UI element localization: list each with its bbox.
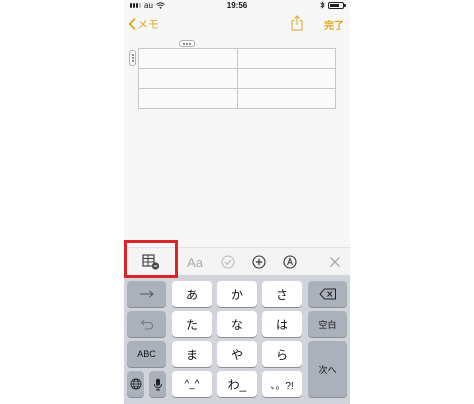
kana-key-sa[interactable]: さ	[262, 281, 302, 307]
table-button[interactable]	[141, 252, 161, 272]
microphone-key[interactable]	[149, 371, 166, 397]
space-key[interactable]: 空白	[308, 311, 347, 337]
note-table[interactable]	[138, 48, 336, 109]
kana-key-a[interactable]: あ	[172, 281, 212, 307]
done-button[interactable]: 完了	[324, 17, 344, 32]
kana-key-ya[interactable]: や	[217, 341, 257, 367]
table-cell[interactable]	[236, 88, 336, 109]
kana-key-ra[interactable]: ら	[262, 341, 302, 367]
punctuation-key[interactable]: 、。?!	[262, 371, 302, 397]
table-cell[interactable]	[138, 48, 238, 69]
close-toolbar-button[interactable]	[327, 252, 343, 272]
back-label: メモ	[137, 19, 159, 31]
next-key[interactable]: 次へ	[308, 341, 347, 397]
table-cell[interactable]	[138, 68, 238, 89]
bluetooth-icon	[320, 1, 325, 9]
abc-mode-key[interactable]: ABC	[127, 341, 166, 367]
table-icon	[142, 254, 160, 270]
kana-key-ta[interactable]: た	[172, 311, 212, 337]
emoticon-key[interactable]: ^_^	[172, 371, 212, 397]
arrow-right-icon	[139, 290, 154, 298]
globe-key[interactable]	[127, 371, 144, 397]
pen-circle-icon	[283, 255, 297, 269]
format-toolbar: Aa	[124, 247, 350, 275]
kana-key-na[interactable]: な	[217, 311, 257, 337]
table-cell[interactable]	[236, 68, 336, 89]
text-style-button[interactable]: Aa	[184, 252, 206, 272]
table-row	[138, 48, 336, 69]
navigation-bar: メモ 完了	[124, 12, 350, 36]
plus-circle-icon	[252, 255, 266, 269]
status-right	[320, 1, 346, 9]
back-button[interactable]: メモ	[128, 16, 159, 32]
markup-button[interactable]	[280, 252, 300, 272]
table-row	[138, 88, 336, 109]
close-icon	[330, 257, 340, 267]
status-bar: au 19:56	[124, 0, 350, 12]
globe-icon	[130, 378, 141, 390]
undo-key[interactable]	[127, 311, 166, 337]
add-button[interactable]	[249, 252, 269, 272]
backspace-icon	[318, 288, 336, 300]
kana-key-ma[interactable]: ま	[172, 341, 212, 367]
table-cell[interactable]	[138, 88, 238, 109]
kana-key-ka[interactable]: か	[217, 281, 257, 307]
japanese-keyboard: あ か さ た な は 空白 ABC ま や ら 次へ ^_^ わ_ 、。?!	[124, 275, 350, 404]
undo-icon	[140, 319, 153, 330]
checkmark-circle-icon	[221, 255, 235, 269]
column-handle-icon[interactable]	[179, 40, 195, 47]
status-time: 19:56	[226, 1, 248, 10]
checklist-button[interactable]	[218, 252, 238, 272]
chevron-left-icon	[128, 18, 136, 30]
kana-key-ha[interactable]: は	[262, 311, 302, 337]
battery-icon	[328, 1, 346, 9]
microphone-icon	[153, 378, 162, 390]
share-icon[interactable]	[290, 15, 304, 31]
phone-screen: au 19:56 メモ 完了 Aa あ か さ た な は 空白 ABC ま や…	[124, 0, 350, 404]
table-cell[interactable]	[236, 48, 336, 69]
row-handle-icon[interactable]	[129, 50, 136, 66]
kana-key-wa[interactable]: わ_	[217, 371, 257, 397]
backspace-key[interactable]	[308, 281, 347, 307]
arrow-right-key[interactable]	[127, 281, 166, 307]
table-row	[138, 68, 336, 89]
